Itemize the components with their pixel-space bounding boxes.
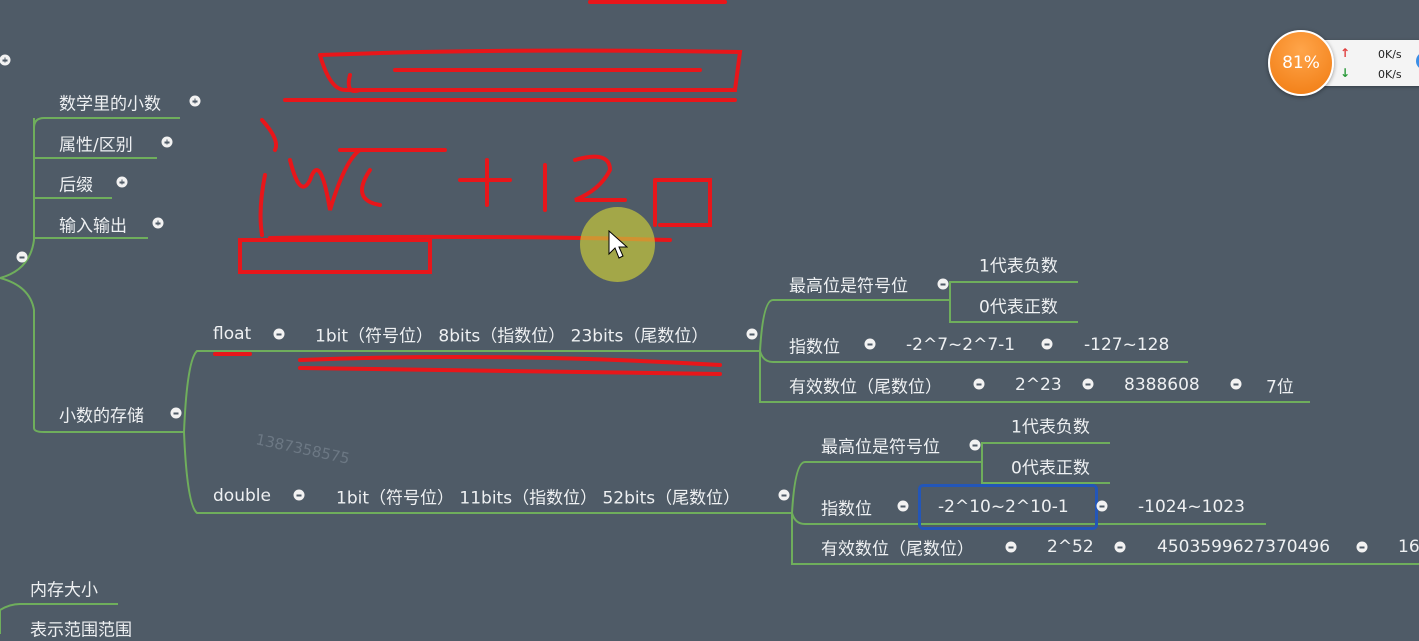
download-speed: 0K/s <box>1378 68 1402 81</box>
node-mant-val[interactable]: 4503599627370496 <box>1157 537 1330 557</box>
node-neg[interactable]: 1代表负数 <box>979 252 1058 277</box>
collapse-button[interactable] <box>1005 541 1017 553</box>
node-pos[interactable]: 0代表正数 <box>1011 454 1090 479</box>
collapse-button[interactable] <box>897 500 909 512</box>
collapse-button[interactable] <box>969 439 981 451</box>
collapse-button[interactable] <box>746 328 758 340</box>
collapse-button[interactable] <box>1356 541 1368 553</box>
collapse-button[interactable] <box>16 251 28 263</box>
cursor-icon <box>608 230 628 259</box>
collapse-button[interactable] <box>273 328 285 340</box>
node-exp-val[interactable]: -127~128 <box>1084 335 1169 355</box>
node-exp-val[interactable]: -1024~1023 <box>1138 497 1245 517</box>
collapse-button[interactable] <box>293 489 305 501</box>
collapse-button[interactable] <box>1041 338 1053 350</box>
memory-usage-badge: 81% <box>1268 30 1334 96</box>
node-exp-range[interactable]: -2^10~2^10-1 <box>938 497 1069 517</box>
node-double[interactable]: double <box>213 486 271 506</box>
upload-speed: 0K/s <box>1378 48 1402 61</box>
node-float-layout[interactable]: 1bit（符号位） 8bits（指数位） 23bits（尾数位） <box>315 322 708 347</box>
collapse-button[interactable] <box>973 378 985 390</box>
node-neg[interactable]: 1代表负数 <box>1011 413 1090 438</box>
node-pos[interactable]: 0代表正数 <box>979 293 1058 318</box>
red-annotations <box>213 0 743 376</box>
node-mantissa[interactable]: 有效数位（尾数位） <box>821 535 974 560</box>
collapse-button[interactable] <box>778 489 790 501</box>
node-mant-val[interactable]: 8388608 <box>1124 375 1200 395</box>
expand-button[interactable] <box>116 176 128 188</box>
node-exp[interactable]: 指数位 <box>821 495 872 520</box>
node-exp[interactable]: 指数位 <box>789 333 840 358</box>
node-memory-size[interactable]: 内存大小 <box>30 576 98 601</box>
node-storage[interactable]: 小数的存储 <box>59 402 144 427</box>
collapse-button[interactable] <box>170 407 182 419</box>
node-float[interactable]: float <box>213 324 251 344</box>
node-properties[interactable]: 属性/区别 <box>59 131 133 156</box>
expand-button[interactable] <box>152 217 164 229</box>
node-digits[interactable]: 16 <box>1398 537 1419 557</box>
node-sign[interactable]: 最高位是符号位 <box>789 272 908 297</box>
node-digits[interactable]: 7位 <box>1266 373 1294 398</box>
expand-button[interactable] <box>189 95 201 107</box>
node-sign[interactable]: 最高位是符号位 <box>821 433 940 458</box>
collapse-button[interactable] <box>1114 541 1126 553</box>
expand-button[interactable] <box>0 54 11 66</box>
node-double-layout[interactable]: 1bit（符号位） 11bits（指数位） 52bits（尾数位） <box>336 484 740 509</box>
collapse-button[interactable] <box>937 278 949 290</box>
node-range[interactable]: 表示范围范围 <box>30 616 132 641</box>
node-mant-pow[interactable]: 2^52 <box>1047 537 1094 557</box>
node-mant-pow[interactable]: 2^23 <box>1015 375 1062 395</box>
node-math-decimal[interactable]: 数学里的小数 <box>59 90 161 115</box>
node-suffix[interactable]: 后缀 <box>59 171 93 196</box>
expand-button[interactable] <box>161 136 173 148</box>
node-io[interactable]: 输入输出 <box>59 212 127 237</box>
collapse-button[interactable] <box>864 338 876 350</box>
network-speed-widget[interactable]: ↑ ↓ 0K/s 0K/s 81% <box>1268 30 1419 96</box>
node-mantissa[interactable]: 有效数位（尾数位） <box>789 373 942 398</box>
upload-arrow-icon: ↑ <box>1340 46 1351 60</box>
node-exp-range[interactable]: -2^7~2^7-1 <box>906 335 1015 355</box>
collapse-button[interactable] <box>1082 378 1094 390</box>
collapse-button[interactable] <box>1096 500 1108 512</box>
collapse-button[interactable] <box>1230 378 1242 390</box>
download-arrow-icon: ↓ <box>1340 66 1351 80</box>
